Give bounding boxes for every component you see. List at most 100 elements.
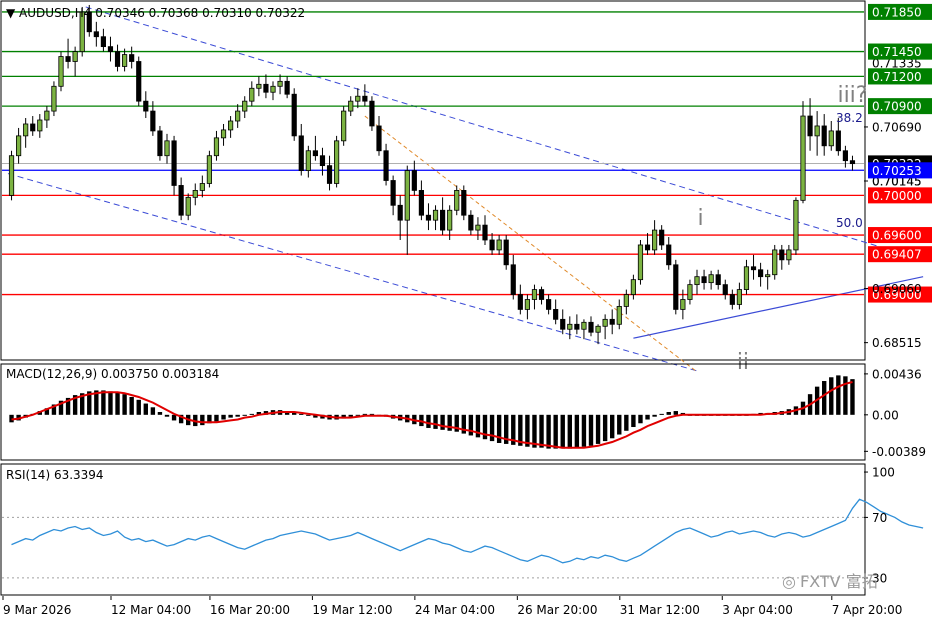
candle-bear (503, 239, 509, 266)
candle-bear (715, 274, 721, 286)
macd-bar (496, 414, 502, 443)
macd-bar (122, 394, 127, 415)
trading-chart[interactable]: 0.71850 0.71450 0.71200 0.70900 0.70253 0.700… (0, 0, 936, 624)
macd-bar (108, 391, 113, 415)
candle-bear (779, 249, 785, 261)
candle-bull (581, 321, 587, 330)
candle-bear (807, 115, 813, 137)
macd-bar (200, 414, 205, 426)
candle-bear (326, 165, 333, 184)
candle-bear (588, 321, 594, 333)
macd-bar (143, 403, 148, 415)
candle-bear (701, 276, 707, 284)
wave-label-ii: ii (737, 350, 749, 375)
candle-bear (440, 209, 446, 231)
macd-bar (553, 414, 558, 449)
macd-bar (221, 414, 226, 420)
candle-bull (708, 274, 714, 284)
candle-bull (277, 80, 283, 87)
candle-bear (482, 224, 488, 241)
candle-bull (37, 119, 43, 132)
candle-bull (192, 190, 198, 198)
macd-bar (560, 414, 565, 449)
price-axis: 0.71850 0.71450 0.71200 0.70900 0.70253 0.700… (864, 3, 932, 350)
macd-bar (489, 414, 495, 442)
macd-bar (567, 414, 572, 449)
macd-bar (115, 392, 120, 415)
candle-bear (171, 140, 177, 186)
candle-bear (143, 100, 149, 112)
macd-bar (631, 414, 636, 428)
macd-bar (150, 407, 156, 415)
macd-bar (624, 414, 629, 431)
level-label-0.71850: 0.71850 (872, 5, 922, 19)
candle-bear (107, 46, 114, 52)
candle-bear (369, 100, 375, 127)
candle-bull (58, 56, 64, 87)
candle-bear (468, 214, 474, 231)
candle-bull (736, 289, 742, 305)
candle-bear (461, 190, 467, 216)
fib-label-38.2: 38.2 (836, 111, 863, 125)
candle-bull (242, 100, 248, 112)
dropdown-triangle-icon: ▼ (6, 6, 19, 20)
macd-bar (136, 399, 141, 415)
macd-bar (836, 375, 841, 415)
macd-bar (829, 377, 834, 415)
ohlc-values: 0.70346 0.70368 0.70310 0.70322 (95, 6, 305, 20)
candle-bear (157, 130, 163, 157)
macd-bar (242, 414, 247, 416)
candle-bear (835, 130, 841, 152)
macd-bar (426, 414, 431, 428)
candle-bull (800, 115, 806, 201)
macd-bar (581, 414, 587, 447)
candle-bull (743, 266, 750, 290)
candle-bear (666, 244, 672, 266)
price-tick-label: 0.68515 (872, 336, 922, 350)
macd-bar (850, 379, 855, 415)
macd-bar (157, 412, 163, 415)
macd-bar (610, 414, 615, 439)
candle-bull (185, 196, 191, 216)
candle-bear (114, 51, 121, 67)
candle-bear (673, 264, 679, 310)
candle-bear (510, 264, 516, 295)
candle-bull (16, 135, 22, 157)
time-tick-label: 3 Apr 04:00 (722, 603, 793, 617)
candle-bull (432, 209, 439, 221)
macd-bar (659, 413, 664, 415)
macd-bar (588, 414, 594, 446)
rsi-header: RSI(14) 63.3394 (6, 468, 104, 482)
candle-bull (531, 289, 538, 300)
rsi-tick-label: 70 (872, 511, 887, 525)
candle-bull (249, 87, 255, 102)
macd-bar (843, 376, 848, 415)
macd-bar (164, 414, 170, 417)
macd-bar (228, 414, 233, 418)
candle-bull (270, 85, 276, 93)
candle-bull (355, 95, 361, 102)
symbol-header: ▼ AUDUSD,H4 0.70346 0.70368 0.70310 0.70… (6, 6, 305, 20)
candle-bull (8, 155, 15, 196)
candle-bear (821, 125, 827, 147)
candle-bull (72, 51, 78, 62)
candle-bull (447, 209, 453, 231)
macd-tick-label: 0.00 (872, 408, 899, 422)
candle-bull (765, 274, 771, 278)
candle-bull (305, 150, 311, 171)
time-tick-label: 31 Mar 12:00 (620, 603, 700, 617)
candle-bull (637, 244, 644, 281)
candle-bull (595, 325, 601, 333)
macd-bar (447, 414, 452, 431)
candle-bear (178, 185, 184, 216)
candle-bear (376, 125, 382, 152)
candle-bear (489, 239, 495, 251)
macd-bar (362, 413, 368, 415)
level-label-top: 0.71450 (872, 45, 922, 59)
candle-bull (341, 110, 347, 142)
candle-bear (750, 266, 757, 271)
macd-bar (602, 414, 608, 442)
candle-bull (235, 110, 241, 122)
macd-bar (101, 390, 106, 415)
candle-bull (828, 130, 834, 147)
